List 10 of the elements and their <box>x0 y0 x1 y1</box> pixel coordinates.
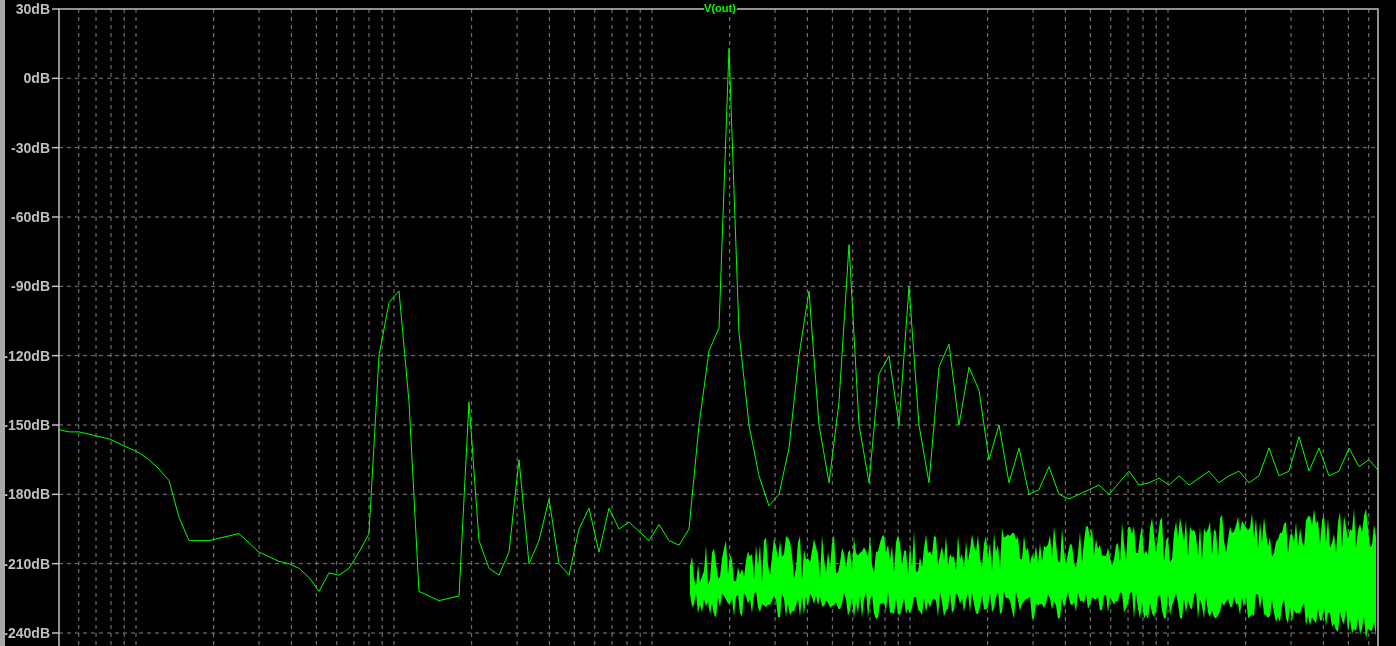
y-axis-label: -150dB <box>3 417 50 433</box>
y-axis-label: -30dB <box>11 139 50 156</box>
y-axis-label: -180dB <box>3 486 50 503</box>
y-axis-label: 30dB <box>15 1 50 17</box>
y-axis-label: -60dB <box>11 209 50 225</box>
y-axis-label: -240dB <box>3 625 50 641</box>
y-axis-label: -90dB <box>11 278 50 295</box>
y-axis-label: 0dB <box>23 70 50 87</box>
y-axis-label: -120dB <box>3 347 50 364</box>
y-axis-label: -210dB <box>3 555 50 572</box>
